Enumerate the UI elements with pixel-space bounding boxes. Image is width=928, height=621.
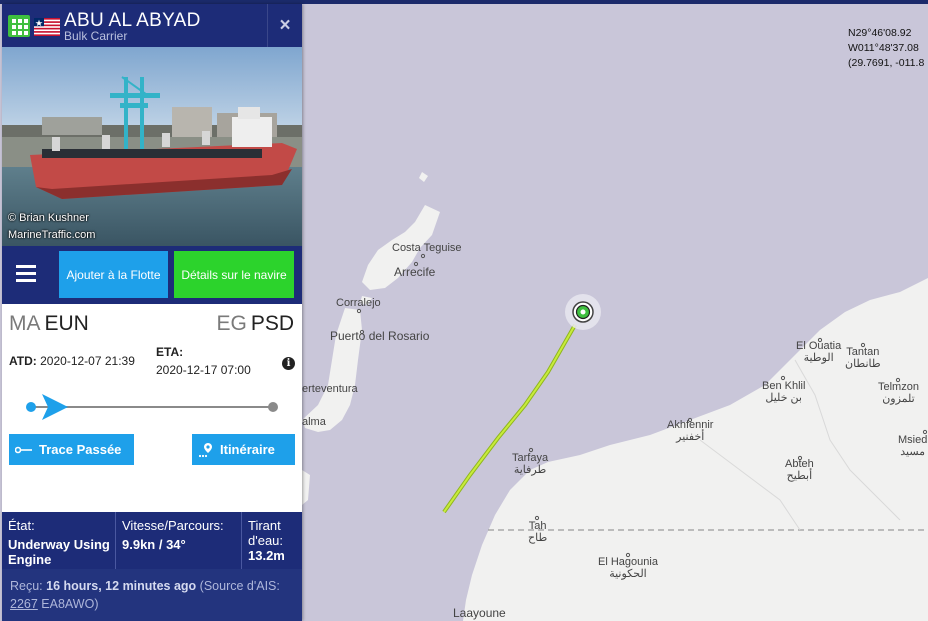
atd-value: 2020-12-07 21:39 bbox=[40, 354, 135, 368]
status-bar: État: Underway Using Engine Vitesse/Parc… bbox=[2, 512, 302, 569]
vessel-photo[interactable]: © Brian Kushner MarineTraffic.com bbox=[2, 47, 302, 246]
departure-port: MA EUN bbox=[9, 312, 89, 336]
cursor-coordinates: N29°46'08.92 W011°48'37.08 (29.7691, -01… bbox=[848, 26, 924, 71]
status-draught: Tirant d'eau: 13.2m bbox=[242, 512, 302, 569]
place-akhfennir-ar: أخفنير bbox=[676, 431, 705, 443]
place-tarfaya-ar: طرفاية bbox=[513, 464, 547, 476]
voyage-end-dot bbox=[268, 402, 278, 412]
liberia-flag-icon bbox=[34, 18, 60, 36]
voyage-start-dot bbox=[26, 402, 36, 412]
place-msied-label: Msied bbox=[898, 434, 928, 446]
draught-value: 13.2m bbox=[248, 548, 285, 563]
place-arrecife: Arrecife bbox=[394, 265, 436, 279]
place-tarfaya: Tarfaya طرفاية bbox=[512, 452, 548, 476]
atd-row: ATD: 2020-12-07 21:39 bbox=[9, 354, 135, 368]
ais-source-callsign: EA8AWO) bbox=[41, 597, 99, 611]
state-label: État: bbox=[8, 518, 35, 533]
vessel-info-panel: ABU AL ABYAD Bulk Carrier × © Brian Kush… bbox=[2, 4, 302, 621]
place-ben-khlil-label: Ben Khlil bbox=[762, 380, 806, 392]
route-label: Itinéraire bbox=[220, 442, 275, 457]
action-bar: Ajouter à la Flotte Détails sur le navir… bbox=[2, 246, 302, 304]
past-track-label: Trace Passée bbox=[39, 442, 122, 457]
place-akhfennir-label: Akhfennir bbox=[667, 419, 714, 431]
photo-credit-author: © Brian Kushner bbox=[8, 212, 89, 224]
place-tah: Tah طاح bbox=[528, 520, 547, 544]
place-costa-teguise: Costa Teguise bbox=[392, 242, 462, 254]
place-puerto-del-rosario: Puerto del Rosario bbox=[330, 330, 429, 342]
place-jandia: alma bbox=[302, 416, 326, 428]
coord-lon: W011°48'37.08 bbox=[848, 42, 919, 54]
place-tah-ar: طاح bbox=[528, 532, 548, 544]
vessel-type: Bulk Carrier bbox=[64, 29, 128, 43]
place-akhfennir: Akhfennir أخفنير bbox=[667, 419, 713, 443]
place-el-hagounia-label: El Hagounia bbox=[598, 556, 658, 568]
arrival-port-code: PSD bbox=[250, 312, 294, 335]
vessel-details-button[interactable]: Détails sur le navire bbox=[174, 251, 294, 298]
place-tantan-label: Tantan bbox=[846, 346, 880, 358]
departure-port-code: EUN bbox=[44, 312, 89, 335]
route-pin-icon bbox=[198, 442, 212, 457]
photo-credit-site: MarineTraffic.com bbox=[8, 229, 96, 241]
speed-label: Vitesse/Parcours: bbox=[122, 518, 224, 533]
draught-label: Tirant d'eau: bbox=[248, 518, 284, 548]
place-puerto-del-rosario-label: Puerto del Rosario bbox=[330, 329, 430, 343]
place-tarfaya-label: Tarfaya bbox=[512, 452, 549, 464]
place-el-ouatia-label: El Ouatia bbox=[796, 340, 842, 352]
place-el-ouatia: El Ouatia الوطية bbox=[796, 340, 841, 364]
departure-country-code: MA bbox=[9, 312, 41, 335]
place-ben-khlil-ar: بن خليل bbox=[765, 392, 802, 404]
panel-header: ABU AL ABYAD Bulk Carrier × bbox=[2, 4, 302, 47]
state-value: Underway Using Engine bbox=[8, 537, 110, 567]
add-to-fleet-button[interactable]: Ajouter à la Flotte bbox=[59, 251, 168, 298]
atd-label: ATD: bbox=[9, 354, 37, 368]
past-track-button[interactable]: Trace Passée bbox=[9, 434, 134, 465]
eta-row: ETA: 2020-12-17 07:00 bbox=[156, 345, 251, 377]
place-abteh: Abteh أبطيح bbox=[785, 458, 814, 482]
place-tantan: Tantan طانطان bbox=[845, 346, 881, 370]
speed-value: 9.9kn / 34° bbox=[122, 537, 186, 552]
coord-decimal: (29.7691, -011.8 bbox=[848, 57, 925, 69]
place-abteh-label: Abteh bbox=[785, 458, 814, 470]
hamburger-menu-icon[interactable] bbox=[16, 265, 36, 286]
ais-source-link[interactable]: 2267 bbox=[10, 597, 38, 611]
place-ben-khlil: Ben Khlil بن خليل bbox=[762, 380, 805, 404]
status-speed: Vitesse/Parcours: 9.9kn / 34° bbox=[116, 512, 242, 569]
place-el-ouatia-ar: الوطية bbox=[803, 352, 834, 364]
place-msied: Msied مسيد bbox=[898, 434, 927, 458]
received-prefix: Reçu: bbox=[10, 579, 43, 593]
route-button[interactable]: Itinéraire bbox=[192, 434, 295, 465]
place-tantan-ar: طانطان bbox=[845, 358, 881, 370]
received-info: Reçu: 16 hours, 12 minutes ago (Source d… bbox=[2, 569, 302, 621]
vessel-progress-arrow-icon bbox=[41, 394, 68, 420]
eta-value: 2020-12-17 07:00 bbox=[156, 363, 251, 377]
place-tah-label: Tah bbox=[528, 520, 547, 532]
status-state: État: Underway Using Engine bbox=[2, 512, 116, 569]
close-icon[interactable]: × bbox=[267, 4, 302, 47]
track-icon bbox=[15, 446, 32, 453]
coord-lat: N29°46'08.92 bbox=[848, 27, 912, 39]
received-source-prefix: (Source d'AIS: bbox=[199, 579, 280, 593]
place-abteh-ar: أبطيح bbox=[786, 470, 813, 482]
info-icon[interactable]: i bbox=[282, 357, 295, 370]
arrival-country-code: EG bbox=[216, 312, 247, 335]
place-el-hagounia-ar: الحكونية bbox=[609, 568, 647, 580]
grid-menu-icon[interactable] bbox=[8, 15, 30, 37]
arrival-port: EG PSD bbox=[216, 312, 294, 336]
eta-label: ETA: bbox=[156, 345, 184, 359]
place-corralejo: Corralejo bbox=[336, 297, 381, 309]
received-ago: 16 hours, 12 minutes ago bbox=[46, 579, 197, 593]
place-laayoune: Laayoune bbox=[453, 606, 506, 620]
place-el-hagounia: El Hagounia الحكونية bbox=[598, 556, 658, 580]
voyage-progress-track bbox=[32, 406, 274, 408]
place-telmzon: Telmzon تلمزون bbox=[878, 381, 919, 405]
place-fuerteventura: erteventura bbox=[302, 383, 358, 395]
place-telmzon-label: Telmzon bbox=[878, 381, 919, 393]
place-msied-ar: مسيد bbox=[900, 446, 926, 458]
place-telmzon-ar: تلمزون bbox=[882, 393, 915, 405]
